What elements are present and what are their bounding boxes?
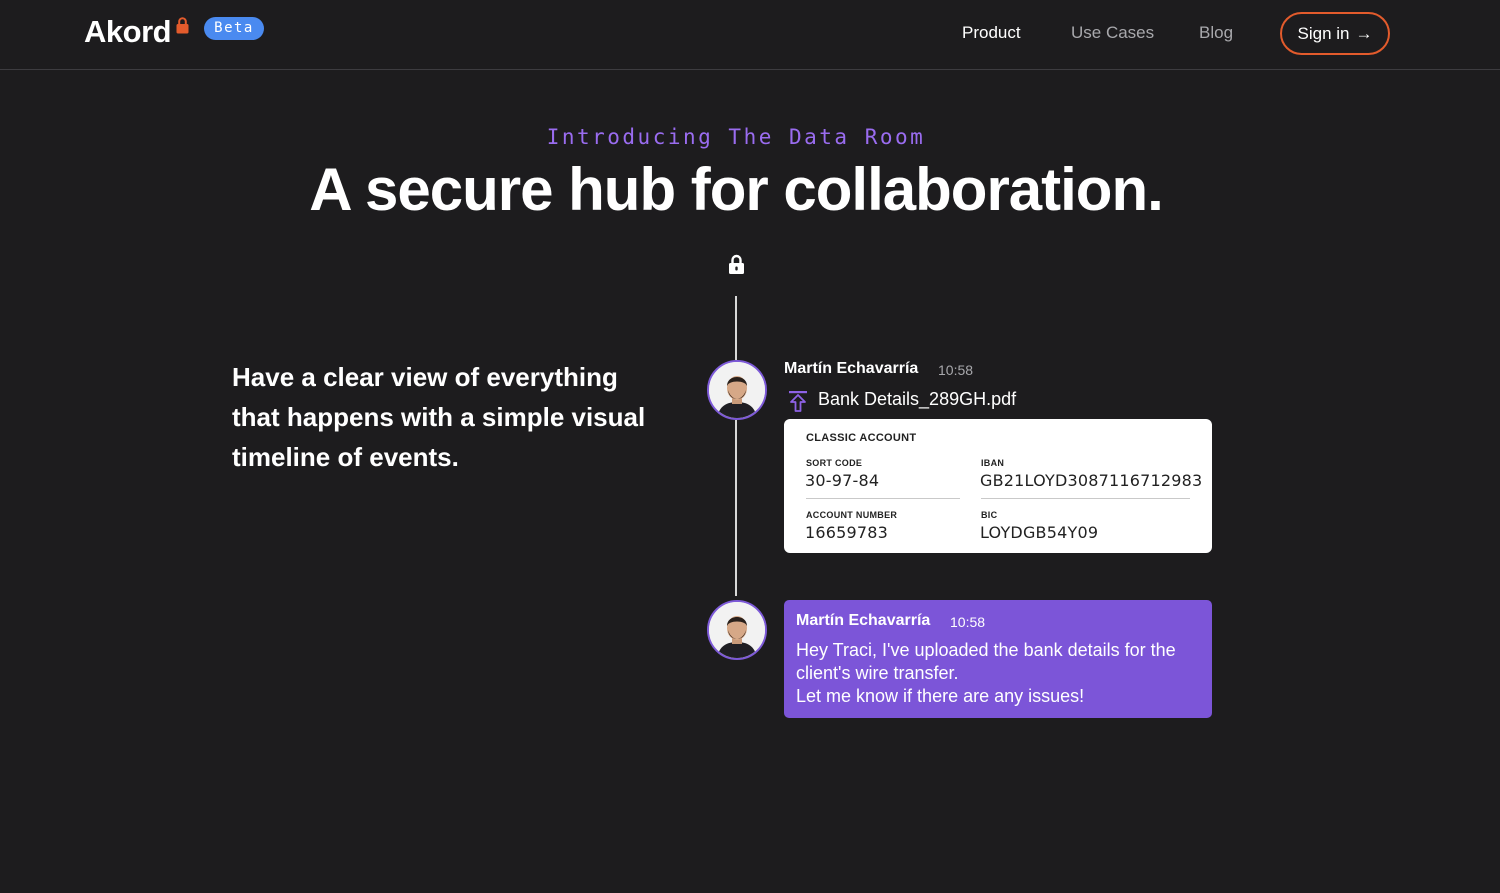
message-timestamp: 10:58 bbox=[950, 614, 986, 630]
message-line: Let me know if there are any issues! bbox=[796, 686, 1085, 706]
beta-badge: Beta bbox=[204, 17, 264, 40]
bank-details-card: CLASSIC ACCOUNT SORT CODE 30-97-84 IBAN … bbox=[784, 419, 1212, 553]
hero-headline: A secure hub for collaboration. bbox=[309, 156, 1164, 223]
event-user-name: Martín Echavarría bbox=[784, 360, 919, 377]
sign-in-button[interactable]: Sign in → bbox=[1280, 12, 1390, 55]
nav-product[interactable]: Product bbox=[962, 22, 1021, 44]
field-divider bbox=[981, 498, 1190, 499]
avatar bbox=[707, 600, 767, 660]
sort-code-value: 30-97-84 bbox=[805, 471, 880, 490]
iban-label: IBAN bbox=[981, 458, 1005, 468]
nav-use-cases[interactable]: Use Cases bbox=[1071, 22, 1154, 44]
user-avatar-icon bbox=[709, 602, 765, 658]
message-user-name: Martín Echavarría bbox=[796, 612, 931, 629]
event-timestamp: 10:58 bbox=[938, 362, 974, 378]
akord-logo[interactable]: Akord bbox=[84, 14, 172, 50]
field-divider bbox=[806, 498, 960, 499]
lock-icon bbox=[729, 254, 744, 274]
timeline-connector bbox=[735, 296, 737, 360]
upload-icon bbox=[789, 391, 807, 412]
sort-code-label: SORT CODE bbox=[806, 458, 863, 468]
account-number-value: 16659783 bbox=[805, 523, 889, 542]
feature-description: Have a clear view of everything that hap… bbox=[232, 362, 646, 472]
timeline-connector bbox=[735, 420, 737, 596]
file-link[interactable]: Bank Details_289GH.pdf bbox=[818, 389, 1016, 410]
chat-message: Martín Echavarría 10:58 Hey Traci, I've … bbox=[784, 600, 1212, 718]
account-number-label: ACCOUNT NUMBER bbox=[806, 510, 898, 520]
nav-blog[interactable]: Blog bbox=[1199, 22, 1233, 44]
hero-eyebrow: Introducing The Data Room bbox=[546, 125, 926, 149]
message-body: Hey Traci, I've uploaded the bank detail… bbox=[796, 639, 1206, 708]
arrow-right-icon: → bbox=[1355, 23, 1373, 43]
iban-value: GB21LOYD3087116712983 bbox=[980, 471, 1203, 490]
bic-label: BIC bbox=[981, 510, 998, 520]
sign-in-label: Sign in bbox=[1297, 23, 1350, 43]
card-title: CLASSIC ACCOUNT bbox=[806, 432, 917, 444]
site-header: Akord Beta Product Use Cases Blog Sign i… bbox=[0, 0, 1500, 70]
message-line: Hey Traci, I've uploaded the bank detail… bbox=[796, 640, 1176, 683]
logo-lock-icon bbox=[176, 17, 189, 34]
user-avatar-icon bbox=[709, 362, 765, 418]
bic-value: LOYDGB54Y09 bbox=[980, 523, 1099, 542]
avatar bbox=[707, 360, 767, 420]
